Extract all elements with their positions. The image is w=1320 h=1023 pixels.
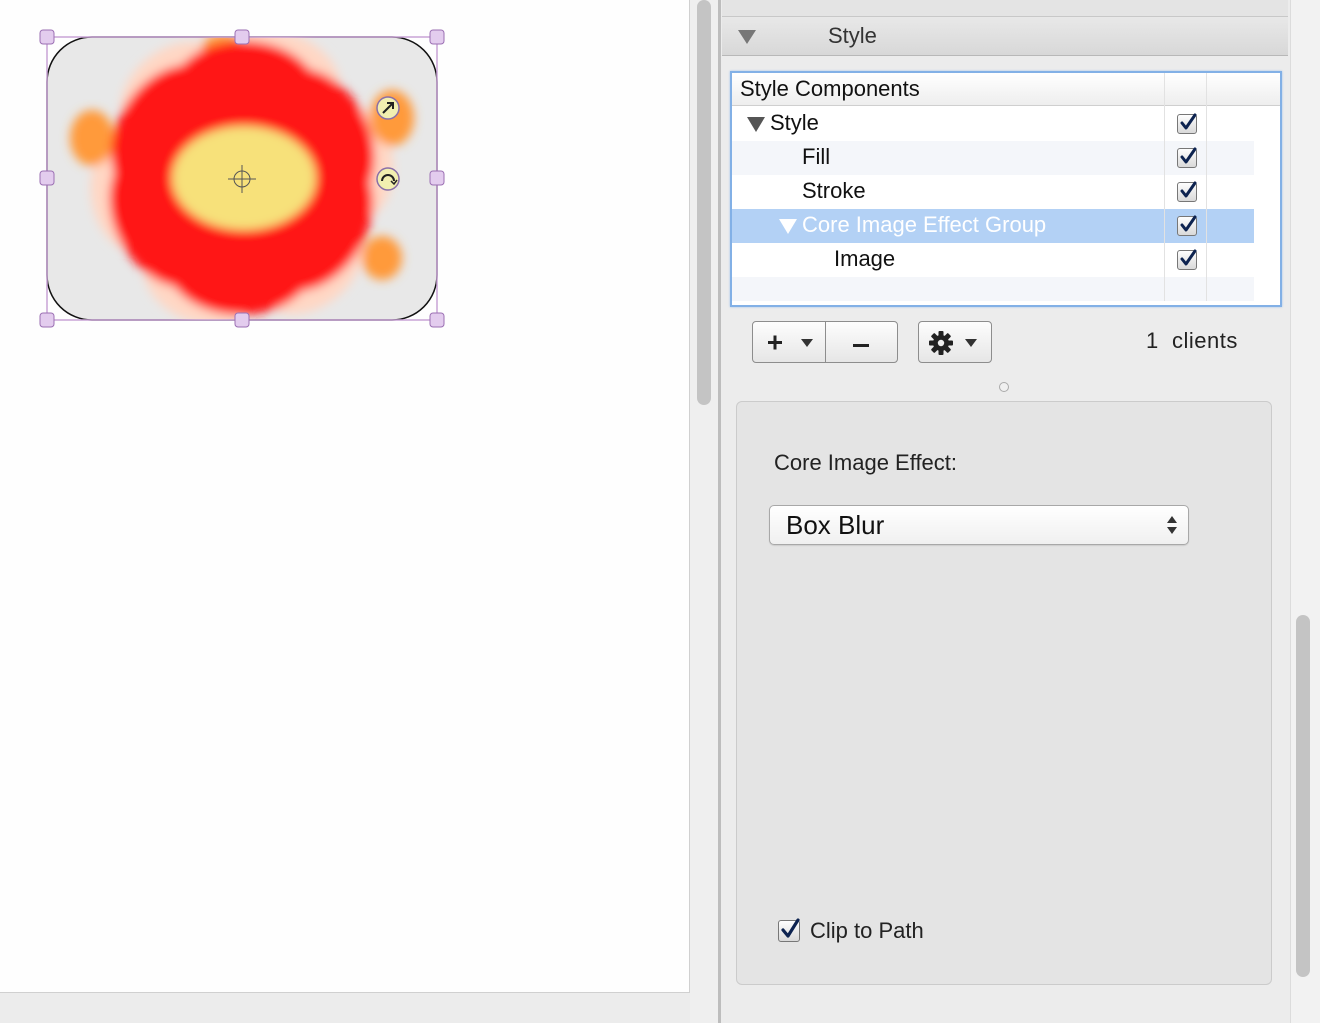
clip-to-path-checkbox[interactable] (778, 918, 800, 942)
disclosure-triangle-icon[interactable] (779, 219, 797, 234)
column-divider (1164, 73, 1165, 301)
section-title: Style (828, 23, 877, 48)
row-label: Fill (802, 144, 831, 169)
table-row-style[interactable]: Style (732, 107, 1254, 141)
style-section-header[interactable] (722, 17, 1288, 56)
row-checkbox[interactable] (1177, 215, 1197, 236)
table-row-core-image-effect-group[interactable]: Core Image Effect Group (732, 209, 1254, 243)
column-header-label: Style Components (740, 76, 920, 101)
minus-icon (853, 344, 869, 347)
inspector-scroll-thumb[interactable] (1296, 615, 1310, 977)
scale-arrow-icon[interactable] (376, 96, 400, 120)
style-components-table[interactable]: Style Components Style Fill Stroke Core … (730, 71, 1282, 307)
plus-icon (768, 335, 813, 350)
action-menu-button[interactable] (918, 321, 992, 363)
row-checkbox[interactable] (1177, 181, 1197, 202)
clients-count: 1 (1146, 328, 1159, 353)
updown-arrows-icon (1167, 516, 1177, 534)
row-label: Style (770, 110, 819, 135)
row-label: Image (834, 246, 896, 271)
table-row-fill[interactable]: Fill (732, 141, 1254, 175)
selected-shape[interactable] (0, 0, 689, 992)
disclosure-triangle-icon[interactable] (738, 30, 756, 44)
split-divider[interactable] (718, 0, 721, 1023)
disclosure-triangle-icon[interactable] (747, 117, 765, 132)
effect-popup-button[interactable]: Box Blur (769, 505, 1189, 545)
row-checkbox[interactable] (1177, 147, 1197, 168)
clients-label: clients (1172, 328, 1238, 353)
remove-component-button[interactable] (825, 321, 898, 363)
column-divider (1206, 73, 1207, 301)
inspector-top-strip (722, 0, 1288, 17)
add-component-button[interactable] (752, 321, 826, 363)
effect-settings-panel (736, 401, 1272, 985)
gear-icon (929, 331, 977, 355)
row-label: Stroke (802, 178, 866, 203)
canvas-scroll-thumb[interactable] (697, 0, 711, 405)
row-checkbox[interactable] (1177, 249, 1197, 270)
rotate-icon[interactable] (376, 167, 400, 191)
drawing-canvas[interactable] (0, 0, 690, 993)
row-checkbox[interactable] (1177, 113, 1197, 134)
table-header: Style Components (732, 73, 1280, 106)
row-label: Core Image Effect Group (802, 212, 1047, 237)
clip-to-path-label: Clip to Path (810, 918, 924, 943)
table-row-image[interactable]: Image (732, 243, 1254, 277)
table-row-stroke[interactable]: Stroke (732, 175, 1254, 209)
effect-selected-value: Box Blur (786, 510, 885, 540)
table-row-empty (732, 277, 1254, 301)
split-handle[interactable] (999, 382, 1009, 392)
effect-label: Core Image Effect: (774, 450, 958, 475)
